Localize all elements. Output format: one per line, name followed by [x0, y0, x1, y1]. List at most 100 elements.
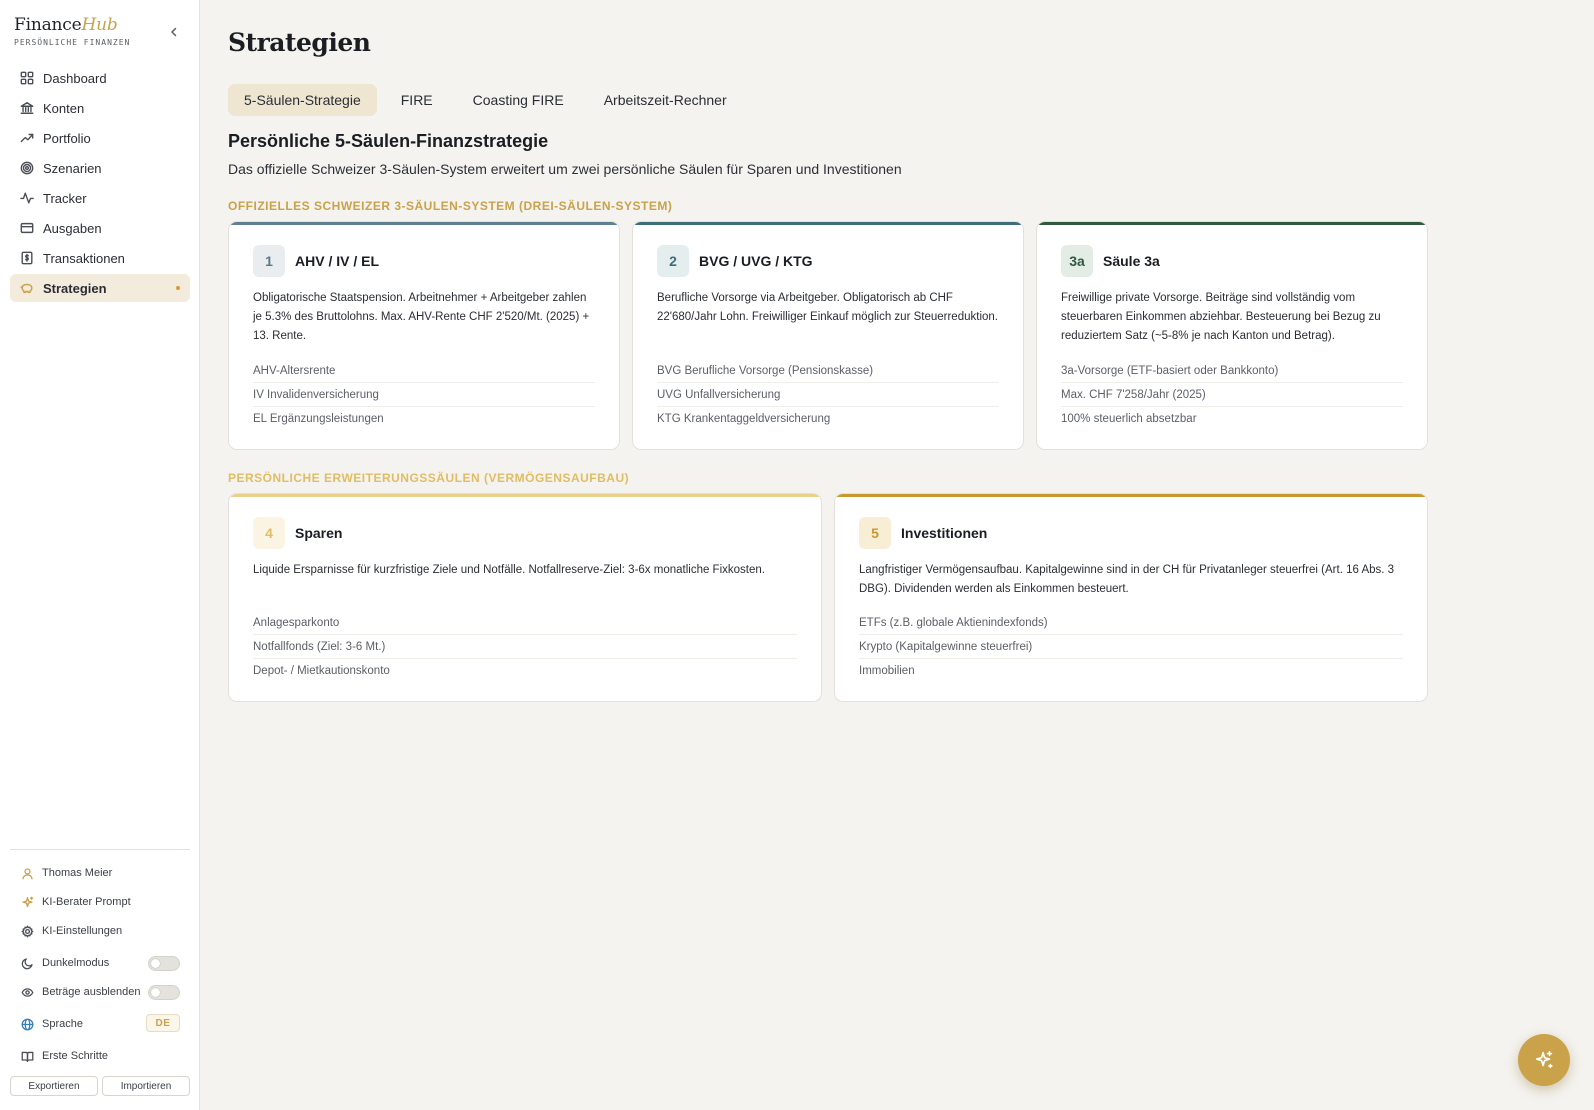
user-icon	[22, 867, 33, 879]
list-item: BVG Berufliche Vorsorge (Pensionskasse)	[657, 359, 999, 383]
sidebar-item-strategien[interactable]: Strategien	[10, 274, 190, 302]
list-item: Max. CHF 7'258/Jahr (2025)	[1061, 383, 1403, 407]
tab-fire[interactable]: FIRE	[385, 84, 449, 116]
pillar-items: AHV-Altersrente IV Invalidenversicherung…	[253, 359, 595, 431]
brand-logo[interactable]: FinanceHub PERSÖNLICHE FINANZEN	[14, 15, 130, 47]
dark-mode-toggle[interactable]	[148, 956, 180, 971]
section-title: Persönliche 5-Säulen-Finanzstrategie	[228, 131, 549, 151]
pillar-title: Sparen	[295, 525, 343, 541]
sidebar-item-transaktionen[interactable]: Transaktionen	[10, 244, 190, 272]
card-accent-bar	[633, 222, 1023, 225]
pillar-card-1: 1 AHV / IV / EL Obligatorische Staatspen…	[228, 221, 620, 450]
sidebar: FinanceHub PERSÖNLICHE FINANZEN Dashboar…	[0, 0, 200, 1110]
pillar-badge: 5	[859, 517, 891, 549]
list-item: Immobilien	[859, 665, 915, 677]
sparkles-icon	[1535, 1050, 1553, 1069]
eye-icon	[21, 987, 34, 997]
target-icon	[20, 161, 34, 175]
collapse-sidebar-button[interactable]	[165, 23, 183, 41]
list-item: IV Invalidenversicherung	[253, 383, 595, 407]
pillar-description: Berufliche Vorsorge via Arbeitgeber. Obl…	[657, 292, 998, 323]
list-item: 3a-Vorsorge (ETF-basiert oder Bankkonto)	[1061, 359, 1403, 383]
list-item: AHV-Altersrente	[253, 359, 595, 383]
list-item: Depot- / Mietkautionskonto	[253, 665, 390, 677]
bank-icon	[20, 102, 34, 114]
export-button[interactable]: Exportieren	[10, 1076, 98, 1096]
hide-amounts-label: Beträge ausblenden	[42, 986, 141, 998]
getting-started-link[interactable]: Erste Schritte	[10, 1045, 190, 1067]
language-select[interactable]: DE	[146, 1014, 180, 1032]
strategy-tabs: 5-Säulen-Strategie FIRE Coasting FIRE Ar…	[228, 84, 751, 116]
tab-5-saeulen-strategie[interactable]: 5-Säulen-Strategie	[228, 84, 377, 116]
tab-coasting-fire[interactable]: Coasting FIRE	[457, 84, 580, 116]
sidebar-divider	[10, 849, 190, 850]
card-header: 4 Sparen	[253, 517, 342, 549]
card-accent-bar	[1037, 222, 1427, 225]
pillar-title: Investitionen	[901, 525, 988, 541]
sidebar-item-label: Konten	[43, 100, 85, 116]
ai-assistant-button[interactable]	[1518, 1034, 1570, 1086]
pillar-title: BVG / UVG / KTG	[699, 253, 813, 269]
hide-amounts-toggle[interactable]	[148, 985, 180, 1000]
card-accent-bar	[835, 494, 1427, 497]
section-subtitle: Das offizielle Schweizer 3-Säulen-System…	[228, 161, 902, 177]
activity-icon	[20, 192, 34, 204]
pillar-description: Obligatorische Staatspension. Arbeitnehm…	[253, 292, 590, 342]
getting-started-label: Erste Schritte	[42, 1050, 109, 1062]
sidebar-item-portfolio[interactable]: Portfolio	[10, 124, 190, 152]
sidebar-item-dashboard[interactable]: Dashboard	[10, 64, 190, 92]
brand-name: FinanceHub	[14, 15, 118, 35]
sidebar-item-label: Portfolio	[43, 130, 91, 146]
pillar-items: 3a-Vorsorge (ETF-basiert oder Bankkonto)…	[1061, 359, 1403, 431]
card-header: 5 Investitionen	[859, 517, 987, 549]
card-header: 2 BVG / UVG / KTG	[657, 245, 813, 277]
card-header: 1 AHV / IV / EL	[253, 245, 379, 277]
sidebar-item-label: Strategien	[43, 280, 107, 296]
page-title: Strategien	[228, 28, 371, 57]
list-item: ETFs (z.B. globale Aktienindexfonds)	[859, 611, 1403, 635]
list-item: KTG Krankentaggeldversicherung	[657, 413, 831, 425]
language-row: Sprache DE	[10, 1013, 190, 1035]
ai-prompt-label: KI-Berater Prompt	[42, 896, 131, 908]
ai-prompt-link[interactable]: KI-Berater Prompt	[10, 891, 190, 913]
hide-amounts-row: Beträge ausblenden	[10, 981, 190, 1003]
piggy-bank-icon	[20, 283, 33, 294]
tab-arbeitszeit-rechner[interactable]: Arbeitszeit-Rechner	[588, 84, 743, 116]
pillar-description: Freiwillige private Vorsorge. Beiträge s…	[1061, 292, 1381, 342]
language-label: Sprache	[42, 1018, 83, 1030]
pillar-badge: 3a	[1061, 245, 1093, 277]
sidebar-nav: Dashboard Konten Portfolio Szenarien Tra…	[10, 64, 190, 304]
pillar-badge: 4	[253, 517, 285, 549]
pillar-title: Säule 3a	[1103, 253, 1160, 269]
card-accent-bar	[229, 222, 619, 225]
import-button[interactable]: Importieren	[102, 1076, 190, 1096]
list-item: Notfallfonds (Ziel: 3-6 Mt.)	[253, 635, 797, 659]
pillar-card-3a: 3a Säule 3a Freiwillige private Vorsorge…	[1036, 221, 1428, 450]
ai-settings-link[interactable]: KI-Einstellungen	[10, 920, 190, 942]
sidebar-item-ausgaben[interactable]: Ausgaben	[10, 214, 190, 242]
moon-icon	[21, 957, 33, 969]
pillar-badge: 2	[657, 245, 689, 277]
pillar-title: AHV / IV / EL	[295, 253, 380, 269]
dark-mode-row: Dunkelmodus	[10, 952, 190, 974]
pillar-items: BVG Berufliche Vorsorge (Pensionskasse) …	[657, 359, 999, 431]
pillar-items: ETFs (z.B. globale Aktienindexfonds) Kry…	[859, 611, 1403, 683]
trending-up-icon	[20, 133, 34, 143]
chevron-left-icon	[171, 27, 177, 37]
user-name: Thomas Meier	[42, 867, 113, 879]
gear-icon	[21, 925, 34, 937]
pillar-description: Liquide Ersparnisse für kurzfristige Zie…	[253, 564, 765, 576]
card-header: 3a Säule 3a	[1061, 245, 1160, 277]
official-pillars-label: OFFIZIELLES SCHWEIZER 3-SÄULEN-SYSTEM (D…	[228, 199, 673, 213]
list-item: Krypto (Kapitalgewinne steuerfrei)	[859, 635, 1403, 659]
sidebar-item-tracker[interactable]: Tracker	[10, 184, 190, 212]
list-item: 100% steuerlich absetzbar	[1061, 413, 1197, 425]
user-profile-link[interactable]: Thomas Meier	[10, 862, 190, 884]
sidebar-item-konten[interactable]: Konten	[10, 94, 190, 122]
sidebar-item-szenarien[interactable]: Szenarien	[10, 154, 190, 182]
credit-card-icon	[20, 222, 34, 234]
personal-pillars-label: PERSÖNLICHE ERWEITERUNGSSÄULEN (VERMÖGEN…	[228, 471, 630, 485]
sidebar-item-label: Tracker	[43, 190, 87, 206]
receipt-icon	[21, 251, 33, 265]
pillar-description: Langfristiger Vermögensaufbau. Kapitalge…	[859, 564, 1395, 595]
